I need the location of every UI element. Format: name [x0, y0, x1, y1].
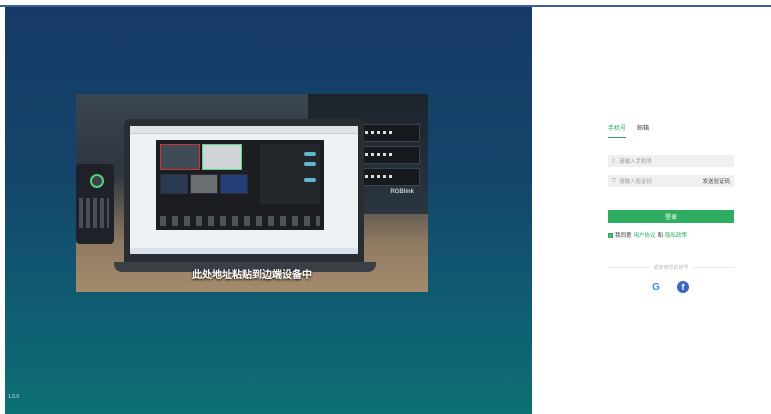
knob-icon	[90, 174, 104, 188]
code-placeholder: 请输入验证码	[619, 179, 653, 185]
phone-icon: ▯	[612, 158, 615, 164]
shield-icon: ⛉	[612, 178, 616, 184]
login-tabs: 手机号 邮箱	[608, 123, 649, 138]
laptop	[124, 119, 364, 264]
hardware-controller	[76, 164, 114, 244]
promo-panel: RGBlink 此处地址粘贴到边端设备中 1.0.0	[5, 7, 532, 414]
app-ui-preview	[156, 140, 324, 230]
laptop-screen	[130, 126, 358, 254]
google-icon[interactable]: G	[650, 281, 662, 293]
and-text: 和	[657, 233, 664, 239]
checkbox-icon[interactable]: ✓	[608, 232, 613, 238]
tab-phone[interactable]: 手机号	[608, 123, 627, 138]
rack-brand-label: RGBlink	[390, 189, 414, 195]
send-code-button[interactable]: 发送验证码	[702, 177, 734, 185]
facebook-icon[interactable]: f	[677, 281, 689, 293]
tab-email[interactable]: 邮箱	[637, 123, 649, 138]
phone-field[interactable]: ▯ 请输入手机号	[608, 155, 734, 167]
login-panel: 手机号 邮箱 ▯ 请输入手机号 ⛉ 请输入验证码 发送验证码 登录 ✓ 我同意 …	[532, 7, 771, 414]
other-login-divider: 或使用您的账号	[608, 264, 735, 271]
other-login-text: 或使用您的账号	[653, 265, 689, 271]
code-field[interactable]: ⛉ 请输入验证码 发送验证码	[608, 175, 734, 187]
phone-placeholder: 请输入手机号	[619, 159, 653, 165]
login-button[interactable]: 登录	[608, 210, 734, 223]
version-label: 1.0.0	[8, 394, 20, 400]
privacy-policy-link[interactable]: 隐私政策	[665, 231, 687, 239]
user-agreement-link[interactable]: 用户协议	[634, 231, 656, 239]
promo-video[interactable]: RGBlink 此处地址粘贴到边端设备中	[76, 94, 428, 292]
agree-prefix: 我同意	[615, 233, 632, 239]
agreement-row: ✓ 我同意 用户协议 和 隐私政策	[608, 231, 687, 239]
login-page: RGBlink 此处地址粘贴到边端设备中 1.0.0 手机号 邮箱 ▯ 请输入手…	[0, 0, 771, 414]
video-caption: 此处地址粘贴到边端设备中	[192, 270, 312, 281]
